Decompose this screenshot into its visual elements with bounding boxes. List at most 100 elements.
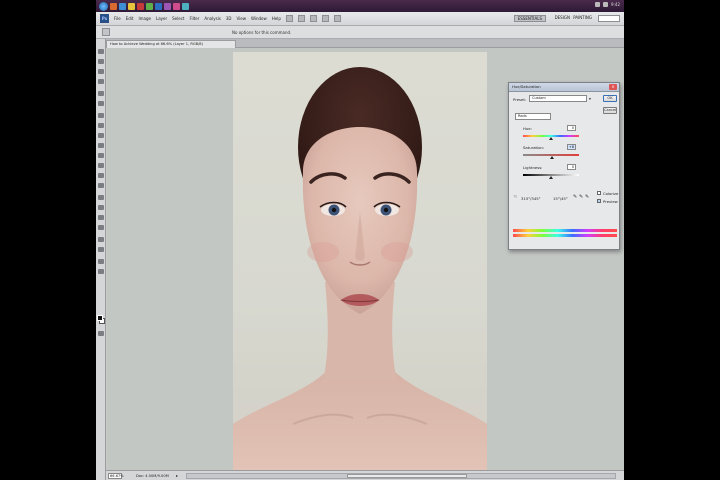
tool-preset-icon[interactable]	[102, 28, 110, 36]
history-brush-tool-icon[interactable]	[98, 143, 104, 148]
horizontal-scrollbar[interactable]	[186, 473, 616, 479]
menu-file[interactable]: File	[114, 16, 121, 21]
healing-brush-tool-icon[interactable]	[98, 113, 104, 118]
preset-label: Preset:	[513, 97, 527, 102]
mini-bridge-icon[interactable]	[297, 15, 305, 22]
photoshop-logo: Ps	[100, 14, 109, 23]
shape-tool-icon[interactable]	[98, 225, 104, 230]
menu-layer[interactable]: Layer	[156, 16, 167, 21]
portrait-photo	[233, 67, 487, 470]
crop-tool-icon[interactable]	[98, 91, 104, 96]
blur-tool-icon[interactable]	[98, 173, 104, 178]
lightness-field[interactable]: 0	[567, 164, 576, 170]
quick-mask-icon[interactable]	[98, 331, 104, 336]
menu-3d[interactable]: 3D	[226, 16, 232, 21]
hue-range-bar-top	[513, 229, 617, 232]
search-input[interactable]	[598, 15, 620, 22]
pen-tool-icon[interactable]	[98, 195, 104, 200]
brush-tool-icon[interactable]	[98, 123, 104, 128]
tools-panel	[96, 39, 106, 480]
menu-image[interactable]: Image	[138, 16, 151, 21]
menu-bar: Ps File Edit Image Layer Select Filter A…	[96, 12, 624, 26]
network-icon[interactable]	[595, 2, 601, 7]
arrange-docs-icon[interactable]	[333, 15, 341, 22]
range-left-readout: 315°/345°	[521, 196, 541, 201]
eyedropper-icon[interactable]: ✎	[573, 195, 578, 200]
saturation-field[interactable]: +8	[567, 144, 576, 150]
add-to-sample-icon[interactable]: ✎	[579, 195, 584, 200]
channel-select[interactable]: Reds	[515, 113, 551, 120]
app4-icon[interactable]	[182, 2, 189, 10]
hue-slider-thumb[interactable]	[549, 137, 553, 140]
cancel-button[interactable]: Cancel	[603, 107, 617, 114]
ie-icon[interactable]	[119, 2, 126, 10]
zoom-tool-icon[interactable]	[98, 269, 104, 274]
lasso-tool-icon[interactable]	[98, 69, 104, 74]
menu-select[interactable]: Select	[172, 16, 184, 21]
zoom-level-icon[interactable]	[309, 15, 317, 22]
eyedropper-tool-icon[interactable]	[98, 101, 104, 106]
marquee-tool-icon[interactable]	[98, 59, 104, 64]
move-tool-icon[interactable]	[98, 49, 104, 54]
preview-checkbox[interactable]	[597, 199, 601, 203]
media-icon[interactable]	[137, 2, 144, 10]
status-menu-arrow-icon[interactable]: ▸	[176, 473, 181, 479]
document-tab[interactable]: How to Achieve Wedding at 66.6% (Layer 1…	[106, 40, 236, 48]
quick-select-tool-icon[interactable]	[98, 79, 104, 84]
hue-range-bar-bottom[interactable]	[513, 234, 617, 237]
hand-tool-icon[interactable]	[98, 259, 104, 264]
close-icon[interactable]: ×	[609, 84, 617, 90]
bridge-icon[interactable]	[285, 15, 293, 22]
clone-stamp-tool-icon[interactable]	[98, 133, 104, 138]
targeted-adjustment-icon[interactable]: ☜	[513, 195, 518, 200]
lightness-slider-thumb[interactable]	[549, 176, 553, 179]
workspace-design[interactable]: DESIGN	[555, 15, 570, 20]
app-icon[interactable]	[146, 2, 153, 10]
range-right-readout: 15°\45°	[553, 196, 568, 201]
app3-icon[interactable]	[173, 2, 180, 10]
start-orb-icon[interactable]	[99, 1, 108, 11]
volume-icon[interactable]	[603, 2, 609, 7]
workspace-painting[interactable]: PAINTING	[573, 15, 592, 20]
app2-icon[interactable]	[164, 2, 171, 10]
photoshop-screen: 9:42 Ps File Edit Image Layer Select Fil…	[96, 0, 624, 480]
menu-edit[interactable]: Edit	[126, 16, 134, 21]
system-tray: 9:42	[595, 2, 620, 7]
photoshop-task-icon[interactable]	[155, 2, 162, 10]
menu-help[interactable]: Help	[272, 16, 281, 21]
menu-filter[interactable]: Filter	[189, 16, 199, 21]
colorize-checkbox[interactable]	[597, 191, 601, 195]
dodge-tool-icon[interactable]	[98, 183, 104, 188]
type-tool-icon[interactable]	[98, 205, 104, 210]
ok-button[interactable]: OK	[603, 95, 617, 102]
subtract-from-sample-icon[interactable]: ✎	[585, 195, 590, 200]
hue-saturation-dialog: Hue/Saturation × Preset: Custom ▾ OK Can…	[508, 82, 620, 250]
colorize-label: Colorize	[603, 191, 619, 196]
workspace-essentials[interactable]: ESSENTIALS	[513, 15, 546, 22]
eraser-tool-icon[interactable]	[98, 153, 104, 158]
hue-field[interactable]: 0	[567, 125, 576, 131]
photo-canvas[interactable]	[233, 52, 487, 470]
folder-icon[interactable]	[128, 2, 135, 10]
menu-analysis[interactable]: Analysis	[204, 16, 220, 21]
scrollbar-thumb[interactable]	[347, 474, 467, 478]
gradient-tool-icon[interactable]	[98, 163, 104, 168]
foreground-color-swatch[interactable]	[97, 315, 103, 321]
preset-select[interactable]: Custom	[529, 95, 587, 102]
options-bar: No options for this command.	[96, 26, 624, 39]
status-bar: 66.67% Doc: 4.50M/9.00M ▸	[106, 470, 624, 480]
options-message: No options for this command.	[232, 29, 292, 35]
3d-rotate-tool-icon[interactable]	[98, 237, 104, 242]
menu-view[interactable]: View	[237, 16, 247, 21]
path-select-tool-icon[interactable]	[98, 215, 104, 220]
letterbox-right	[624, 0, 720, 480]
hue-label: Hue:	[523, 126, 532, 131]
hand-tool-icon[interactable]	[321, 15, 329, 22]
firefox-icon[interactable]	[110, 2, 117, 10]
preset-options-icon[interactable]: ▾	[589, 96, 591, 101]
zoom-field[interactable]: 66.67%	[108, 473, 124, 479]
menu-window[interactable]: Window	[251, 16, 267, 21]
3d-orbit-tool-icon[interactable]	[98, 247, 104, 252]
saturation-slider-thumb[interactable]	[550, 156, 555, 159]
document-info: Doc: 4.50M/9.00M	[136, 474, 169, 478]
